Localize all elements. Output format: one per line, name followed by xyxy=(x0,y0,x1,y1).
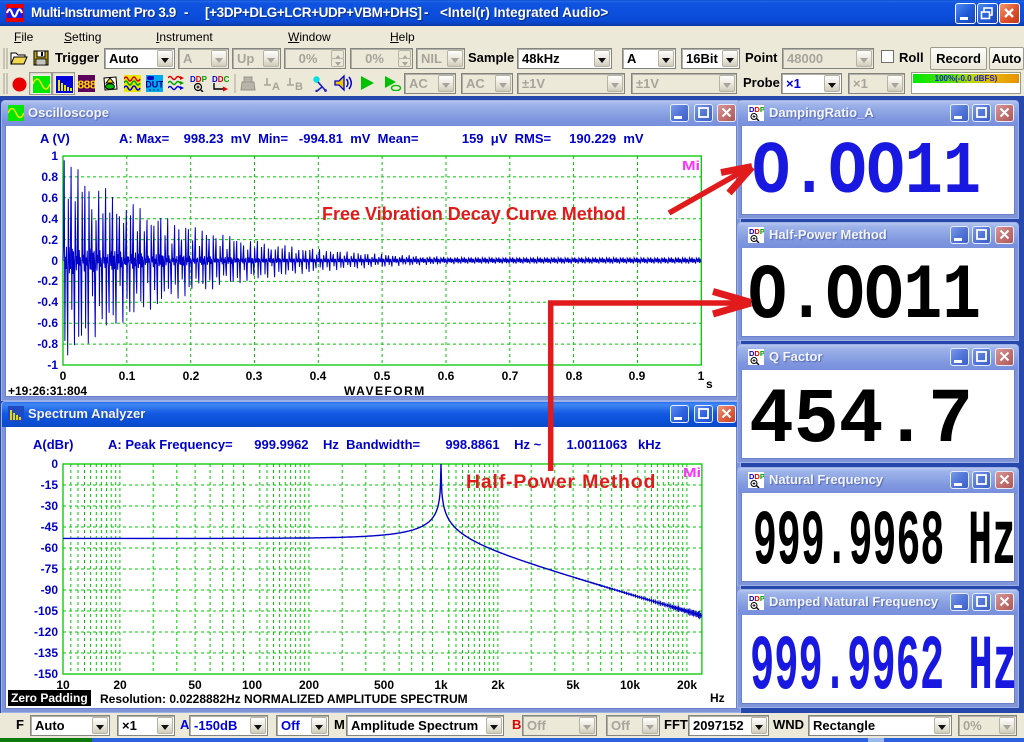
svg-text:DDP: DDP xyxy=(749,594,764,603)
svg-text:DDP: DDP xyxy=(749,227,764,236)
svg-text:DUT: DUT xyxy=(146,80,163,90)
svg-text:O.OO11: O.OO11 xyxy=(752,131,981,215)
svg-text:DDP: DDP xyxy=(749,472,764,481)
svg-text:DDP: DDP xyxy=(749,349,764,358)
svg-text:888: 888 xyxy=(78,79,95,93)
svg-text:O.OO11: O.OO11 xyxy=(748,253,981,337)
svg-text:B: B xyxy=(295,81,303,92)
svg-text:DDP: DDP xyxy=(749,105,764,114)
svg-text:A: A xyxy=(272,81,280,92)
svg-text:999.9962 Hz: 999.9962 Hz xyxy=(750,624,1017,704)
svg-text:DDP: DDP xyxy=(190,75,207,84)
svg-text:999.9968 Hz: 999.9968 Hz xyxy=(753,499,1016,582)
svg-text:DDC: DDC xyxy=(212,75,229,84)
svg-text:454.7: 454.7 xyxy=(749,377,973,459)
